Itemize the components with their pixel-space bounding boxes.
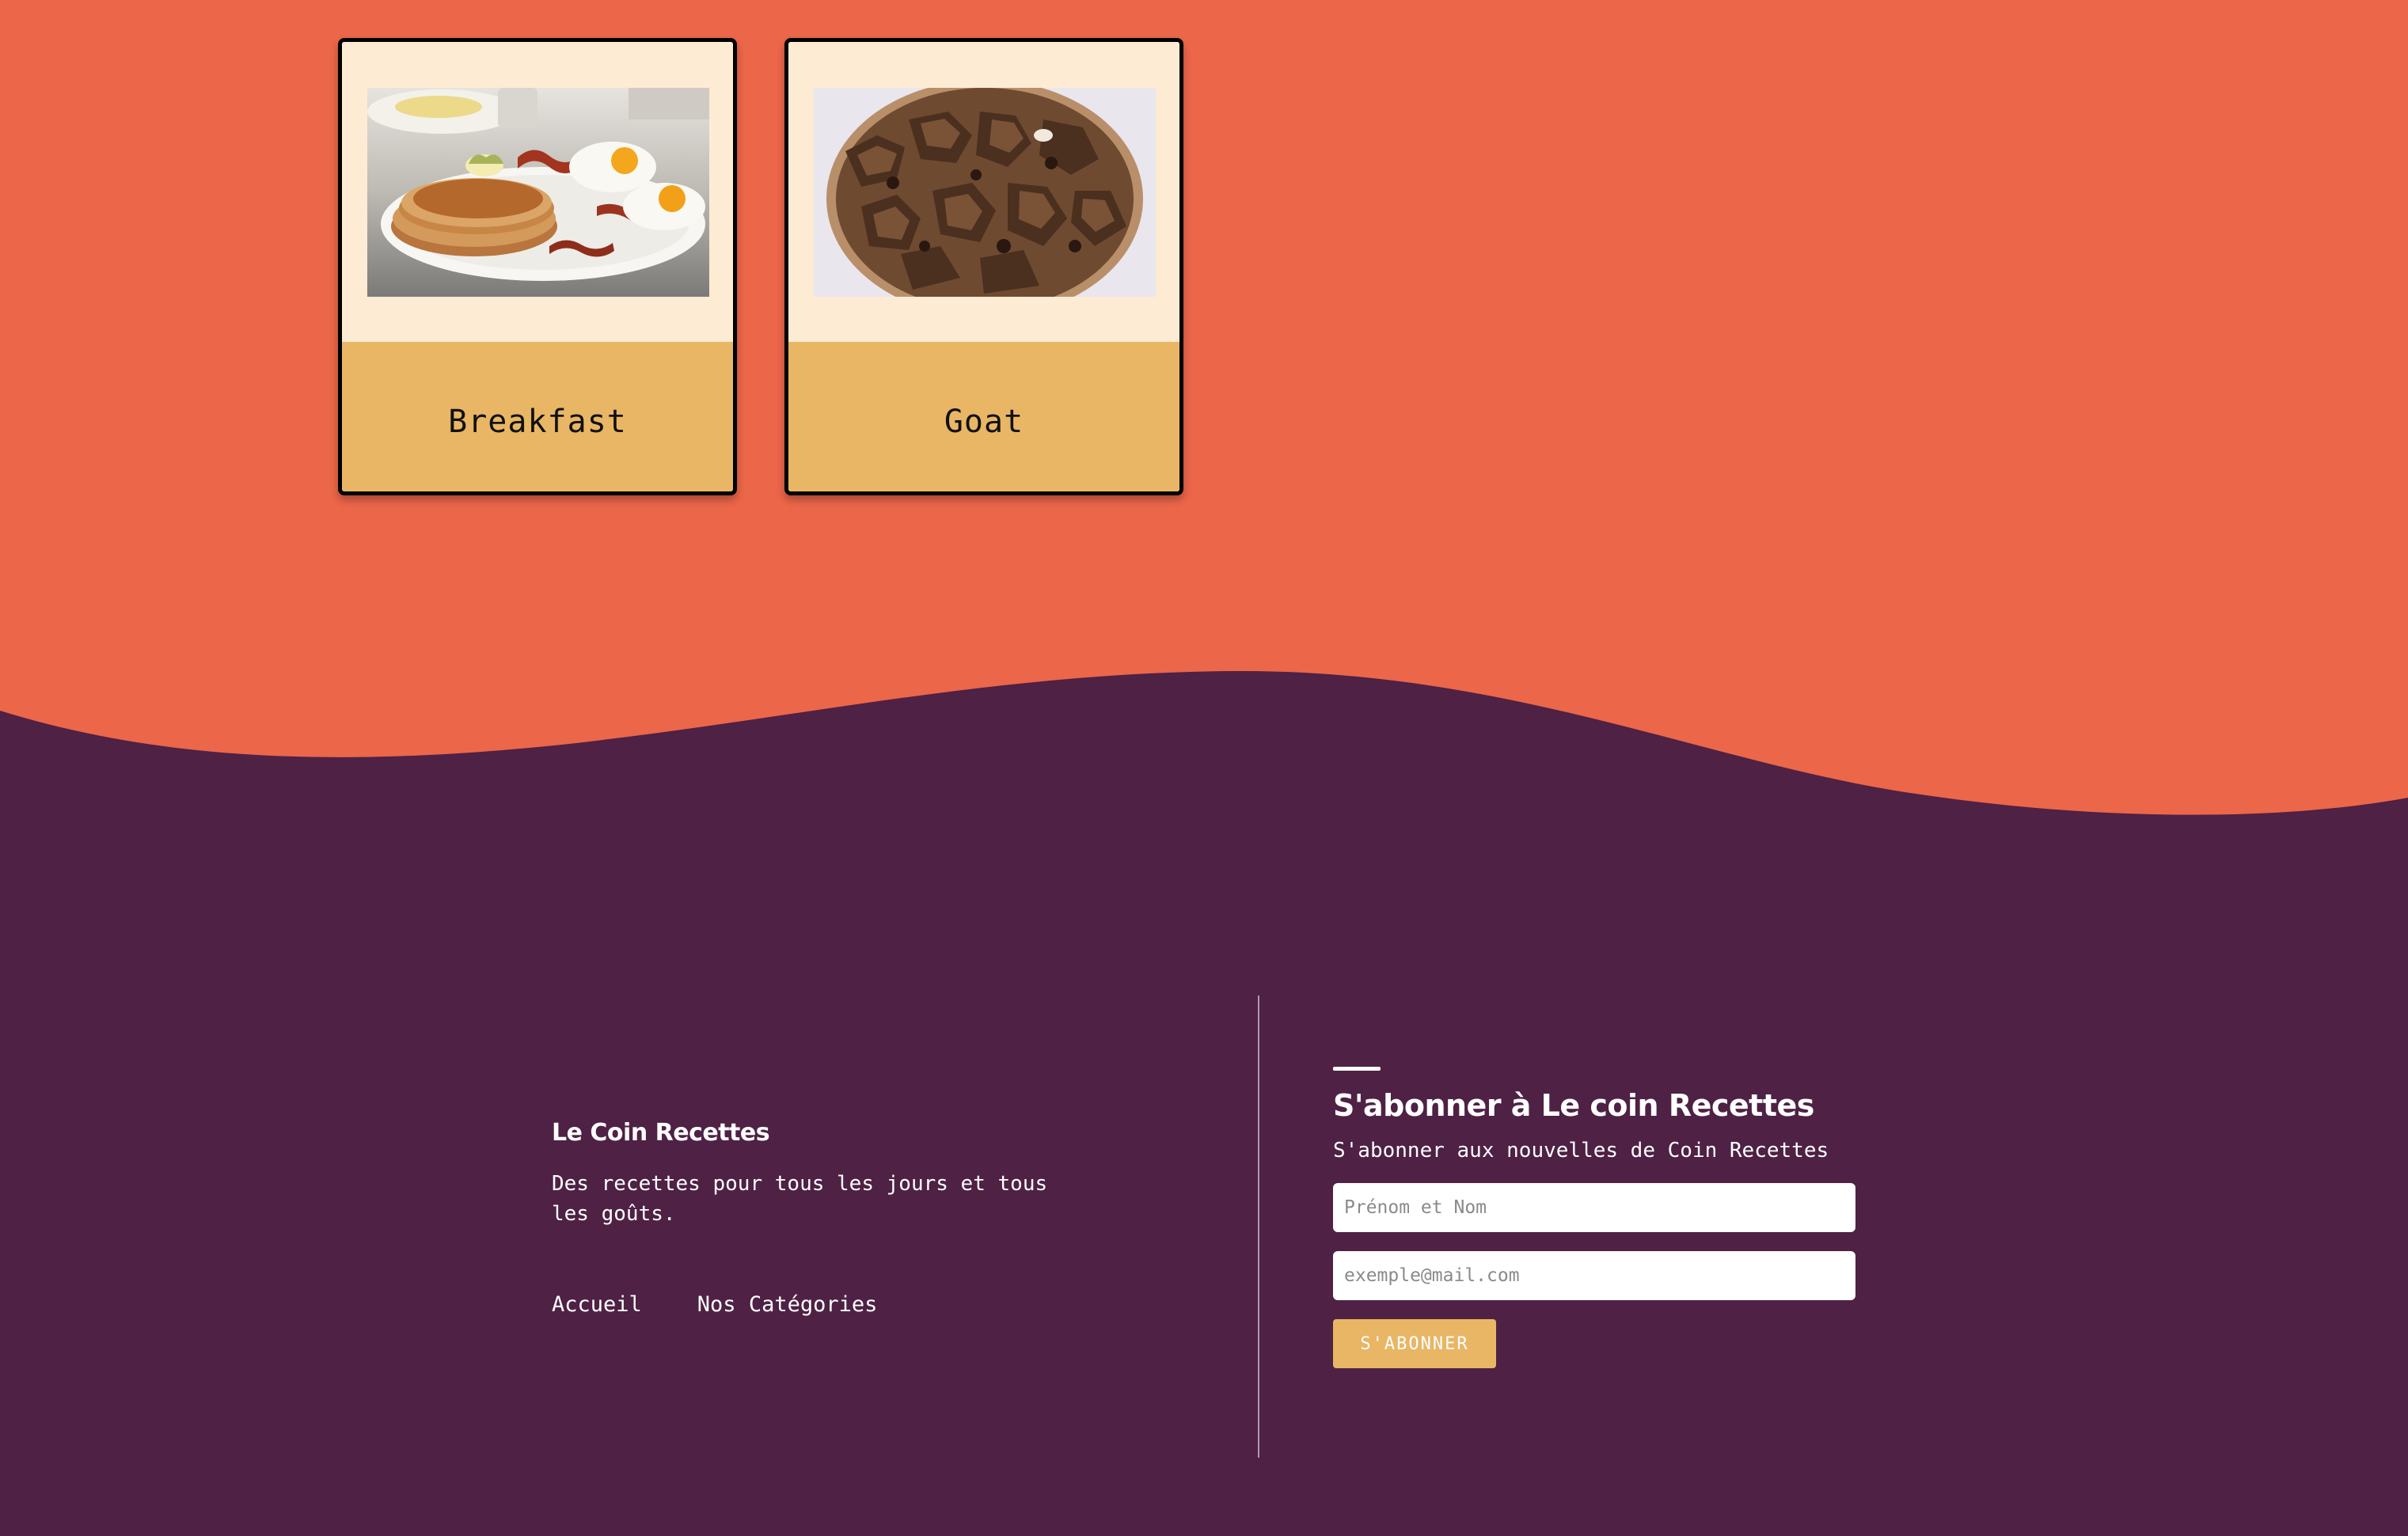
- category-cards: Breakfast Goat: [338, 38, 1183, 495]
- subscribe-title: S'abonner à Le coin Recettes: [1333, 1088, 1814, 1123]
- pancakes-photo: [367, 88, 709, 297]
- card-image-area: [788, 42, 1179, 342]
- accent-line: [1333, 1067, 1381, 1071]
- subscribe-subtitle: S'abonner aux nouvelles de Coin Recettes: [1333, 1139, 1829, 1162]
- email-field[interactable]: [1333, 1251, 1855, 1300]
- card-image-area: [342, 42, 733, 342]
- goat-meat-photo: [814, 88, 1156, 297]
- card-title: Goat: [944, 403, 1024, 440]
- category-card-breakfast[interactable]: Breakfast: [338, 38, 737, 495]
- name-field[interactable]: [1333, 1183, 1855, 1232]
- footer-nav: Accueil Nos Catégories: [552, 1292, 1106, 1317]
- card-label-area: Goat: [788, 342, 1179, 491]
- category-card-goat[interactable]: Goat: [784, 38, 1183, 495]
- card-title: Breakfast: [448, 403, 627, 440]
- footer-link-categories[interactable]: Nos Catégories: [697, 1292, 878, 1317]
- card-label-area: Breakfast: [342, 342, 733, 491]
- footer-divider: [1258, 996, 1259, 1458]
- subscribe-button[interactable]: S'ABONNER: [1333, 1319, 1496, 1368]
- footer-brand: Le Coin Recettes: [552, 1119, 770, 1147]
- footer-wave-background: [0, 670, 2408, 1536]
- subscribe-section: S'abonner à Le coin Recettes S'abonner a…: [1333, 1067, 1855, 1368]
- footer-tagline: Des recettes pour tous les jours et tous…: [552, 1172, 1048, 1226]
- footer-link-accueil[interactable]: Accueil: [552, 1292, 642, 1317]
- footer-about: Le Coin Recettes Des recettes pour tous …: [552, 1119, 1106, 1317]
